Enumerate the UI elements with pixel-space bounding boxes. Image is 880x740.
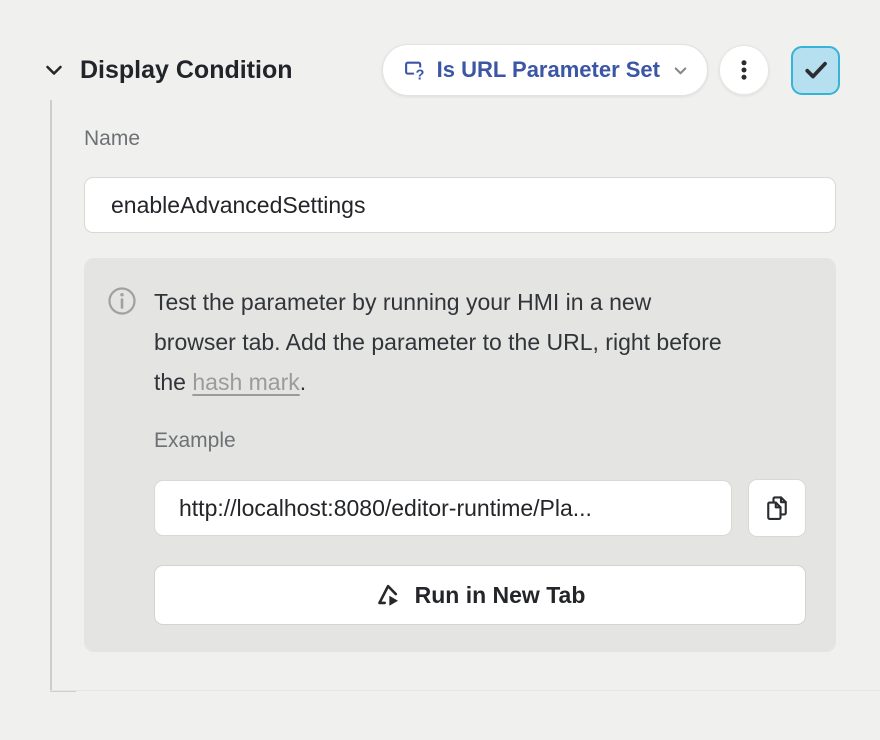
example-label: Example: [154, 428, 806, 454]
info-row: Test the parameter by running your HMI i…: [107, 282, 806, 625]
test-parameter-panel: Test the parameter by running your HMI i…: [84, 258, 836, 652]
info-text-after-link: .: [300, 369, 306, 395]
checkmark-icon: [801, 55, 831, 85]
info-icon: [107, 286, 137, 625]
example-url-input[interactable]: [154, 480, 732, 536]
run-in-new-tab-button[interactable]: Run in New Tab: [154, 565, 806, 625]
example-url-row: [154, 479, 806, 537]
info-content: Test the parameter by running your HMI i…: [154, 282, 806, 625]
run-icon: [375, 581, 403, 609]
chevron-down-icon: [42, 58, 66, 82]
hash-mark-link[interactable]: hash mark: [192, 369, 299, 395]
section-guide-line: [50, 100, 76, 692]
section-title: Display Condition: [80, 56, 293, 85]
condition-type-dropdown[interactable]: ? Is URL Parameter Set: [382, 44, 708, 96]
section-divider: [50, 690, 880, 691]
condition-enabled-checkbox[interactable]: [791, 46, 840, 95]
section-header: Display Condition ? Is URL Parameter Set: [40, 44, 840, 96]
copy-url-button[interactable]: [748, 479, 806, 537]
run-button-label: Run in New Tab: [415, 582, 586, 609]
section-content: Name Test the parameter by running your …: [84, 126, 836, 652]
url-parameter-icon: ?: [403, 58, 428, 83]
info-text: Test the parameter by running your HMI i…: [154, 282, 736, 402]
copy-icon: [762, 493, 792, 523]
collapse-section-button[interactable]: [40, 56, 68, 84]
svg-text:?: ?: [415, 67, 424, 83]
condition-type-label: Is URL Parameter Set: [437, 57, 660, 83]
more-options-button[interactable]: [719, 45, 769, 95]
chevron-down-icon: [671, 61, 690, 80]
kebab-menu-icon: [732, 58, 756, 82]
name-label: Name: [84, 126, 836, 152]
name-input[interactable]: [84, 177, 836, 233]
